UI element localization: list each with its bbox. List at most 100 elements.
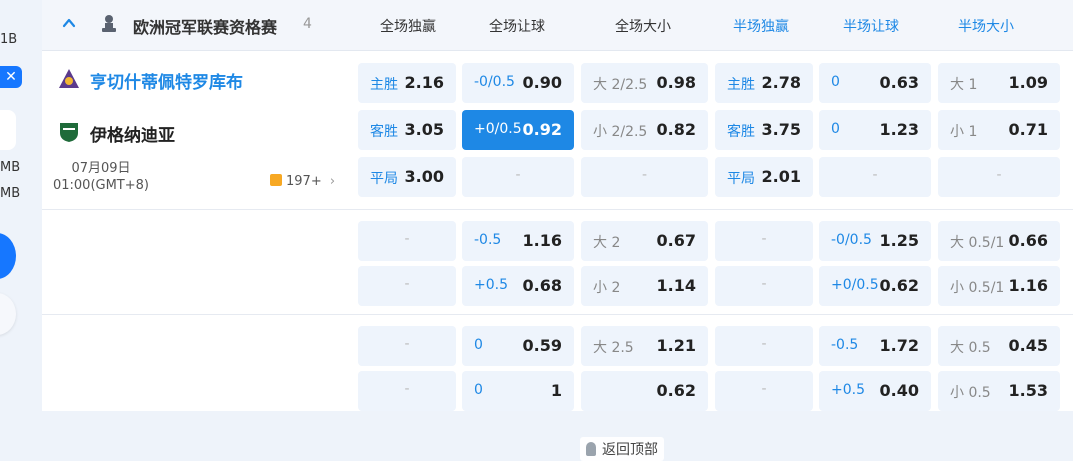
odds-cell[interactable]: 平局 2.01 xyxy=(715,157,813,197)
odds-cell: - xyxy=(715,221,813,261)
odds-cell[interactable]: -0/0.5 0.90 xyxy=(462,63,574,103)
odds-value: 1.09 xyxy=(1008,73,1048,92)
odds-empty: - xyxy=(996,167,1002,183)
odds-empty: - xyxy=(515,167,521,183)
odds-label: 小 0.5/1 xyxy=(950,280,1005,296)
sidebar-fragment-text: 1B xyxy=(0,32,18,47)
chevron-right-icon: › xyxy=(329,174,336,189)
home-team-logo-icon xyxy=(59,69,79,88)
rocket-icon xyxy=(586,442,596,456)
odds-label: 0 xyxy=(831,121,840,137)
odds-cell[interactable]: -0.5 1.72 xyxy=(819,326,931,366)
odds-cell[interactable]: 主胜 2.16 xyxy=(358,63,456,103)
chevron-up-icon[interactable] xyxy=(62,16,76,30)
odds-label: 客胜 xyxy=(370,124,398,140)
odds-value: 0.59 xyxy=(522,336,562,355)
odds-value: 3.75 xyxy=(761,120,801,139)
odds-cell[interactable]: 大 2/2.5 0.98 xyxy=(581,63,708,103)
match-time: 01:00(GMT+8) xyxy=(52,178,149,193)
odds-value: 0.67 xyxy=(656,231,696,250)
close-icon[interactable]: ✕ xyxy=(0,66,22,88)
odds-cell[interactable]: 客胜 3.05 xyxy=(358,110,456,150)
odds-empty: - xyxy=(761,276,767,292)
odds-cell: - xyxy=(938,157,1060,197)
odds-value: 1.14 xyxy=(656,276,696,295)
odds-cell[interactable]: 01 xyxy=(462,371,574,411)
divider xyxy=(42,209,1073,210)
odds-label: -0/0.5 xyxy=(831,232,872,248)
odds-label: -0.5 xyxy=(831,337,859,353)
odds-cell[interactable]: 0 0.59 xyxy=(462,326,574,366)
odds-cell[interactable]: 大 0.5 0.45 xyxy=(938,326,1060,366)
odds-value: 2.01 xyxy=(761,167,801,186)
odds-cell[interactable]: -0.5 1.16 xyxy=(462,221,574,261)
odds-cell[interactable]: 小 0.5/1 1.16 xyxy=(938,266,1060,306)
column-header: 全场让球 xyxy=(489,19,545,35)
odds-empty: - xyxy=(404,381,410,397)
odds-cell[interactable]: 小 0.5 1.53 xyxy=(938,371,1060,411)
odds-label: 主胜 xyxy=(370,77,398,93)
home-team-name: 亨切什蒂佩特罗库布 xyxy=(90,73,243,93)
odds-cell[interactable]: 大 2.5 1.21 xyxy=(581,326,708,366)
odds-value: 0.90 xyxy=(522,73,562,92)
column-header: 半场独赢 xyxy=(733,19,789,35)
odds-cell[interactable]: 大 2 0.67 xyxy=(581,221,708,261)
odds-cell: - xyxy=(715,266,813,306)
odds-value: 0.62 xyxy=(656,381,696,400)
sidebar-circle-button[interactable] xyxy=(0,233,16,279)
odds-cell[interactable]: 大 1 1.09 xyxy=(938,63,1060,103)
away-team-logo-icon xyxy=(60,123,78,142)
back-to-top-button[interactable]: 返回顶部 xyxy=(580,437,664,461)
odds-cell[interactable]: +0.5 0.40 xyxy=(819,371,931,411)
odds-cell[interactable]: +0/0.5 0.92 xyxy=(462,110,574,150)
sidebar-circle-button[interactable] xyxy=(0,293,16,335)
odds-empty: - xyxy=(761,336,767,352)
league-header: 欧洲冠军联赛资格赛 4 全场独赢 全场让球 全场大小 半场独赢 半场让球 半场大… xyxy=(42,0,1073,51)
more-markets-link[interactable]: 197+ › xyxy=(270,174,335,189)
odds-cell[interactable]: 平局 3.00 xyxy=(358,157,456,197)
odds-value: 2.16 xyxy=(404,73,444,92)
sidebar-fragment: 1B ✕ MB MB xyxy=(0,0,42,411)
odds-cell[interactable]: 大 0.5/1 0.66 xyxy=(938,221,1060,261)
odds-label: +0/0.5 xyxy=(831,277,879,293)
odds-cell[interactable]: 0 0.63 xyxy=(819,63,931,103)
odds-cell[interactable]: +0/0.5 0.62 xyxy=(819,266,931,306)
odds-empty: - xyxy=(641,167,648,183)
odds-cell: - xyxy=(819,157,931,197)
odds-cell[interactable]: -0/0.5 1.25 xyxy=(819,221,931,261)
odds-cell[interactable]: 小 2 1.14 xyxy=(581,266,708,306)
odds-label: +0.5 xyxy=(831,382,865,398)
odds-cell: - xyxy=(462,157,574,197)
odds-value: 0.40 xyxy=(879,381,919,400)
league-title[interactable]: 欧洲冠军联赛资格赛 xyxy=(133,14,277,38)
odds-value: 1.25 xyxy=(879,231,919,250)
odds-value: 1.21 xyxy=(656,336,696,355)
odds-cell[interactable]: 主胜 2.78 xyxy=(715,63,813,103)
odds-label: 大 2 xyxy=(593,235,621,251)
odds-label: +0.5 xyxy=(474,277,508,293)
odds-label: 小 2 xyxy=(593,280,621,296)
more-markets-count: 197+ xyxy=(286,174,322,189)
odds-label: 平局 xyxy=(727,171,755,187)
odds-value: 1.16 xyxy=(522,231,562,250)
odds-cell[interactable]: 小 1 0.71 xyxy=(938,110,1060,150)
match-card: 亨切什蒂佩特罗库布 伊格纳迪亚 07月09日 01:00(GMT+8) 197+… xyxy=(42,51,1073,461)
odds-cell[interactable]: 客胜 3.75 xyxy=(715,110,813,150)
odds-empty: - xyxy=(404,276,410,292)
odds-cell[interactable]: +0.5 0.68 xyxy=(462,266,574,306)
odds-cell[interactable]: 0.62 xyxy=(581,371,708,411)
column-header: 半场大小 xyxy=(958,19,1014,35)
odds-value: 0.68 xyxy=(522,276,562,295)
column-header: 全场大小 xyxy=(615,19,671,35)
sidebar-card[interactable] xyxy=(0,110,16,150)
odds-value: 1.23 xyxy=(879,120,919,139)
odds-value: 0.62 xyxy=(879,276,919,295)
odds-label: -0.5 xyxy=(474,232,502,248)
odds-value: 1.53 xyxy=(1008,381,1048,400)
odds-cell[interactable]: 小 2/2.5 0.82 xyxy=(581,110,708,150)
odds-cell: - xyxy=(358,371,456,411)
odds-value: 3.00 xyxy=(404,167,444,186)
odds-cell: - xyxy=(715,371,813,411)
odds-cell[interactable]: 0 1.23 xyxy=(819,110,931,150)
column-header: 半场让球 xyxy=(843,19,899,35)
